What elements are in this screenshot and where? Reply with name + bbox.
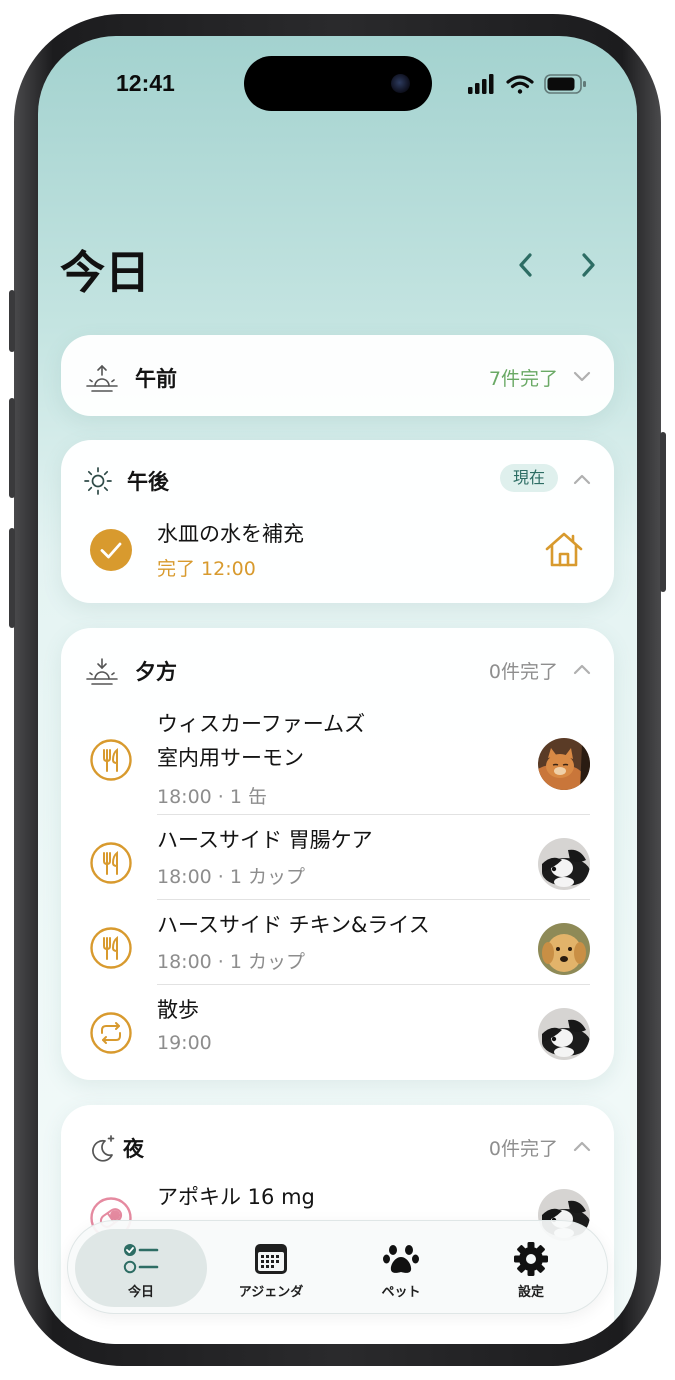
tab-label: ペット [381, 1285, 421, 1300]
tab-label: 今日 [127, 1285, 154, 1300]
sunset-icon [86, 658, 118, 685]
tab-settings[interactable]: 設定 [465, 1229, 597, 1307]
calendar-icon [255, 1244, 287, 1274]
status-icons [468, 74, 586, 94]
dynamic-island [244, 56, 432, 111]
pet-avatar-border-collie[interactable] [538, 838, 590, 890]
divider [157, 984, 590, 985]
sun-icon [84, 467, 112, 495]
moon-icon [92, 1135, 115, 1162]
power-button [660, 432, 666, 592]
task-title: ハースサイド 胃腸ケア [157, 828, 373, 852]
fork-knife-icon[interactable] [89, 738, 133, 782]
section-header[interactable]: 午後 現在 [61, 460, 614, 500]
chevron-left-icon [519, 253, 532, 277]
paw-icon [383, 1245, 419, 1273]
battery-icon [544, 74, 586, 94]
pet-avatar-border-collie[interactable] [538, 1008, 590, 1060]
section-title: 午前 [135, 367, 177, 391]
status-time: 12:41 [116, 70, 175, 96]
checklist-icon [123, 1244, 159, 1274]
volume-up-button [9, 398, 15, 498]
tab-label: 設定 [517, 1285, 544, 1300]
tab-label: アジェンダ [238, 1285, 304, 1300]
section-title: 午後 [127, 470, 169, 494]
task-refill-water[interactable]: 水皿の水を補充 完了 12:00 [61, 516, 614, 586]
section-header[interactable]: 夕方 0件完了 [61, 650, 614, 690]
task-feeding-hearthside-gi[interactable]: ハースサイド 胃腸ケア 18:00 · 1 カップ [61, 824, 614, 902]
task-schedule: 18:00 · 1 カップ [157, 866, 306, 888]
wifi-icon [506, 75, 534, 94]
repeat-icon[interactable] [89, 1011, 133, 1055]
camera-icon [391, 74, 410, 93]
pet-avatar-golden-retriever[interactable] [538, 923, 590, 975]
volume-down-button [9, 528, 15, 628]
task-completed-time: 完了 12:00 [157, 558, 256, 580]
completed-count: 0件完了 [488, 661, 558, 683]
chevron-down-icon[interactable] [572, 369, 592, 383]
check-circle-icon[interactable] [89, 528, 133, 572]
chevron-right-icon [582, 253, 595, 277]
section-title: 夜 [123, 1137, 144, 1161]
sunrise-icon [86, 364, 118, 392]
tab-pets[interactable]: ペット [335, 1229, 467, 1307]
current-badge: 現在 [499, 464, 558, 492]
task-title: アポキル 16 mg [157, 1185, 315, 1209]
task-feeding-whisker-farms[interactable]: ウィスカーファームズ 室内用サーモン 18:00 · 1 缶 [61, 708, 614, 812]
tab-bar: 今日 アジェンダ ペット 設定 [67, 1220, 608, 1314]
action-button [9, 290, 15, 352]
section-title: 夕方 [135, 660, 177, 684]
section-afternoon: 午後 現在 水皿の水を補充 完了 12:00 [61, 440, 614, 603]
section-evening: 夕方 0件完了 ウィスカーファームズ 室内用サーモン 18:00 · 1 缶 ハ… [61, 628, 614, 1080]
task-schedule: 18:00 · 1 缶 [157, 786, 268, 808]
gear-icon [514, 1242, 548, 1276]
task-walk[interactable]: 散歩 19:00 [61, 994, 614, 1072]
section-header[interactable]: 夜 0件完了 [61, 1127, 614, 1167]
task-title: 水皿の水を補充 [157, 522, 304, 546]
divider [157, 899, 590, 900]
task-title: ハースサイド チキン&ライス [157, 913, 430, 937]
section-morning[interactable]: 午前 7件完了 [61, 335, 614, 416]
tab-agenda[interactable]: アジェンダ [205, 1229, 337, 1307]
section-header[interactable]: 午前 7件完了 [61, 357, 614, 397]
screen: 12:41 今日 午前 7件完了 午後 現在 水皿の水を補充 完了 12:00 … [38, 36, 637, 1344]
task-title-line1: ウィスカーファームズ [157, 712, 366, 736]
task-schedule: 19:00 [157, 1032, 212, 1054]
task-schedule: 18:00 · 1 カップ [157, 951, 306, 973]
completed-count: 0件完了 [488, 1138, 558, 1160]
house-icon [545, 532, 583, 567]
previous-day-button[interactable] [509, 248, 543, 282]
fork-knife-icon[interactable] [89, 841, 133, 885]
divider [157, 814, 590, 815]
task-title-line2: 室内用サーモン [157, 746, 304, 770]
task-title: 散歩 [157, 998, 199, 1022]
chevron-up-icon[interactable] [572, 662, 592, 676]
fork-knife-icon[interactable] [89, 926, 133, 970]
page-title: 今日 [60, 246, 151, 299]
cellular-signal-icon [468, 74, 494, 94]
chevron-up-icon[interactable] [572, 472, 592, 486]
completed-count: 7件完了 [488, 368, 558, 390]
chevron-up-icon[interactable] [572, 1139, 592, 1153]
next-day-button[interactable] [571, 248, 605, 282]
pet-avatar-cat[interactable] [538, 738, 590, 790]
task-feeding-hearthside-chicken-rice[interactable]: ハースサイド チキン&ライス 18:00 · 1 カップ [61, 909, 614, 987]
tab-today[interactable]: 今日 [75, 1229, 207, 1307]
